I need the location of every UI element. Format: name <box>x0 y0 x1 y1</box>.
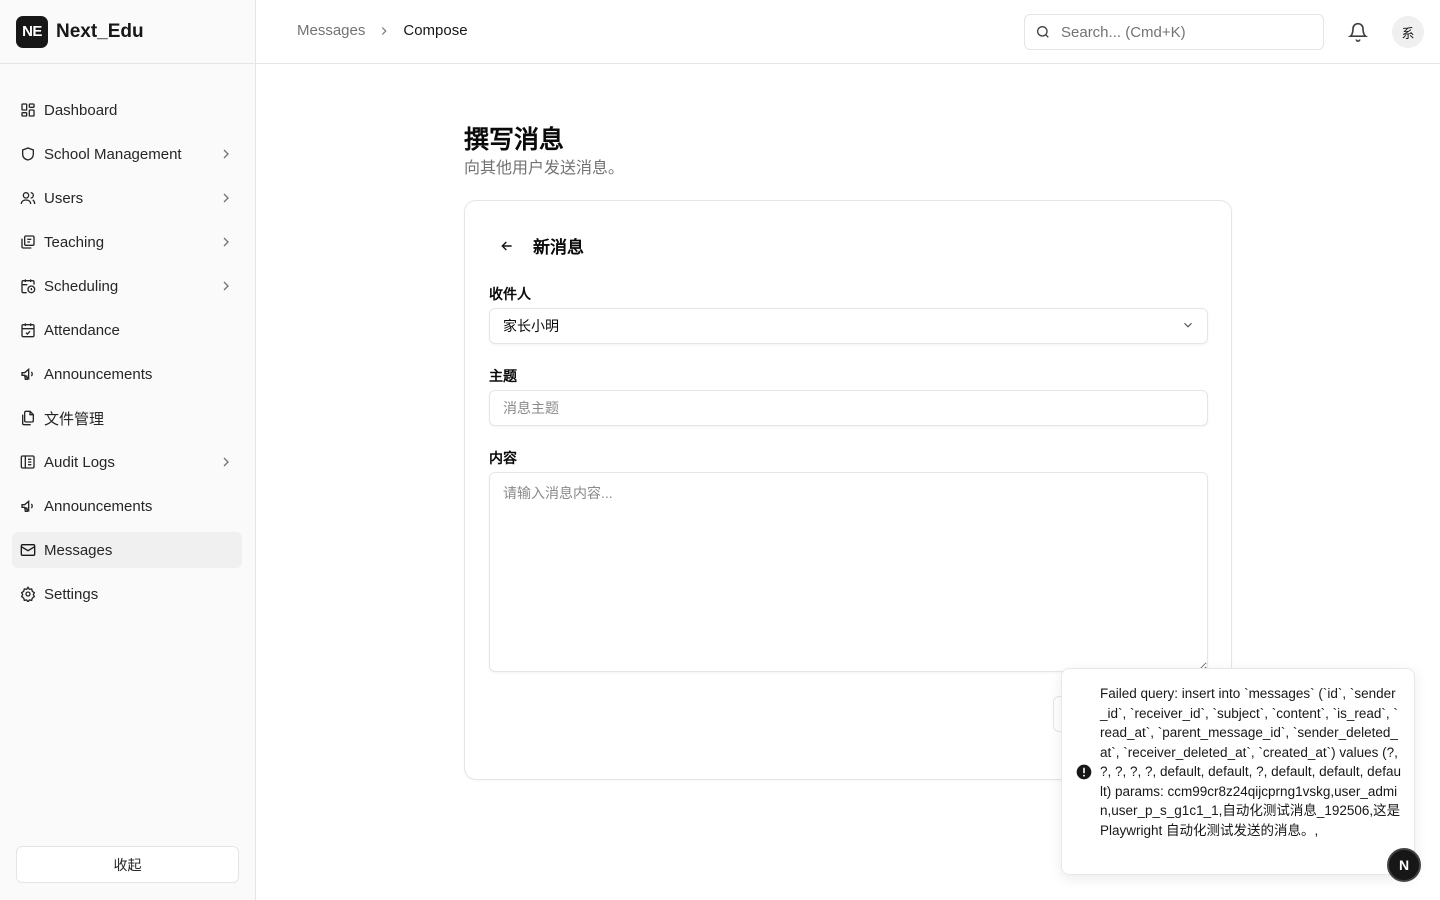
recipient-value: 家长小明 <box>503 318 559 334</box>
subject-label: 主题 <box>489 368 517 384</box>
subject-input[interactable] <box>489 390 1208 426</box>
chevron-right-icon <box>218 454 234 470</box>
recipient-select[interactable]: 家长小明 <box>489 308 1208 344</box>
sidebar-item-label: Scheduling <box>44 277 119 295</box>
toast-message: Failed query: insert into `messages` (`i… <box>1100 686 1401 838</box>
sidebar-item-label: Dashboard <box>44 101 118 119</box>
sidebar-item-label: Audit Logs <box>44 453 115 471</box>
card-header: 新消息 <box>499 233 584 258</box>
chevron-right-icon <box>218 190 234 206</box>
sidebar-item-dashboard[interactable]: Dashboard <box>12 92 242 128</box>
shield-icon <box>20 146 36 162</box>
avatar[interactable]: 系 <box>1392 16 1424 48</box>
sidebar-item-label: Announcements <box>44 365 153 383</box>
mail-icon <box>20 542 36 558</box>
bell-icon[interactable] <box>1348 22 1368 42</box>
search-icon <box>1035 24 1051 40</box>
page-title: 撰写消息 <box>464 126 565 154</box>
sidebar-item-label: School Management <box>44 145 182 163</box>
error-toast: Failed query: insert into `messages` (`i… <box>1061 668 1415 875</box>
top-header: Messages Compose Search... (Cmd+K) 系 <box>256 0 1440 64</box>
sidebar-item-label: 文件管理 <box>44 410 105 428</box>
recipient-label: 收件人 <box>489 286 531 302</box>
sidebar-nav: Dashboard School Management Users Teachi… <box>0 64 255 612</box>
dashboard-icon <box>20 102 36 118</box>
sidebar-item-teaching[interactable]: Teaching <box>12 224 242 260</box>
content-label: 内容 <box>489 450 517 466</box>
page-subtitle: 向其他用户发送消息。 <box>464 160 625 177</box>
sidebar-item-label: Announcements <box>44 497 153 515</box>
collapse-sidebar-button[interactable]: 收起 <box>16 846 239 883</box>
sidebar-item-settings[interactable]: Settings <box>12 576 242 612</box>
brand[interactable]: NE Next_Edu <box>0 0 255 64</box>
sidebar-item-label: Users <box>44 189 84 207</box>
sidebar-item-audit-logs[interactable]: Audit Logs <box>12 444 242 480</box>
book-icon <box>20 234 36 250</box>
back-arrow-icon[interactable] <box>499 238 515 254</box>
sidebar-item-users[interactable]: Users <box>12 180 242 216</box>
sidebar-item-attendance[interactable]: Attendance <box>12 312 242 348</box>
sidebar-item-scheduling[interactable]: Scheduling <box>12 268 242 304</box>
gear-icon <box>20 586 36 602</box>
sidebar-item-announcements[interactable]: Announcements <box>12 356 242 392</box>
chevron-right-icon <box>218 234 234 250</box>
breadcrumb-messages-link[interactable]: Messages <box>297 22 365 39</box>
sidebar-item-label: Attendance <box>44 321 120 339</box>
chevron-right-icon <box>218 146 234 162</box>
megaphone-icon <box>20 498 36 514</box>
sidebar-item-label: Teaching <box>44 233 105 251</box>
sidebar-item-label: Messages <box>44 541 113 559</box>
brand-name: Next_Edu <box>56 20 144 42</box>
brand-logo: NE <box>16 15 48 48</box>
sidebar-item-announcements-2[interactable]: Announcements <box>12 488 242 524</box>
chevron-right-icon <box>218 278 234 294</box>
sidebar-item-label: Settings <box>44 585 99 603</box>
sidebar-item-messages[interactable]: Messages <box>12 532 242 568</box>
sidebar-item-school-management[interactable]: School Management <box>12 136 242 172</box>
audit-log-icon <box>20 454 36 470</box>
chevron-right-icon <box>377 24 391 38</box>
calendar-clock-icon <box>20 278 36 294</box>
calendar-check-icon <box>20 322 36 338</box>
megaphone-icon <box>20 366 36 382</box>
card-title: 新消息 <box>533 238 584 257</box>
sidebar-item-files[interactable]: 文件管理 <box>12 400 242 436</box>
breadcrumb-current: Compose <box>403 22 468 39</box>
sidebar: NE Next_Edu Dashboard School Management … <box>0 0 256 900</box>
next-dev-tools-button[interactable]: N <box>1387 848 1421 882</box>
breadcrumb: Messages Compose <box>297 22 468 39</box>
users-icon <box>20 190 36 206</box>
chevron-down-icon <box>1181 318 1195 335</box>
error-icon <box>1076 764 1092 780</box>
search-placeholder: Search... (Cmd+K) <box>1061 23 1186 41</box>
content-textarea[interactable] <box>489 472 1208 672</box>
files-icon <box>20 410 36 426</box>
search-input[interactable]: Search... (Cmd+K) <box>1024 14 1324 50</box>
